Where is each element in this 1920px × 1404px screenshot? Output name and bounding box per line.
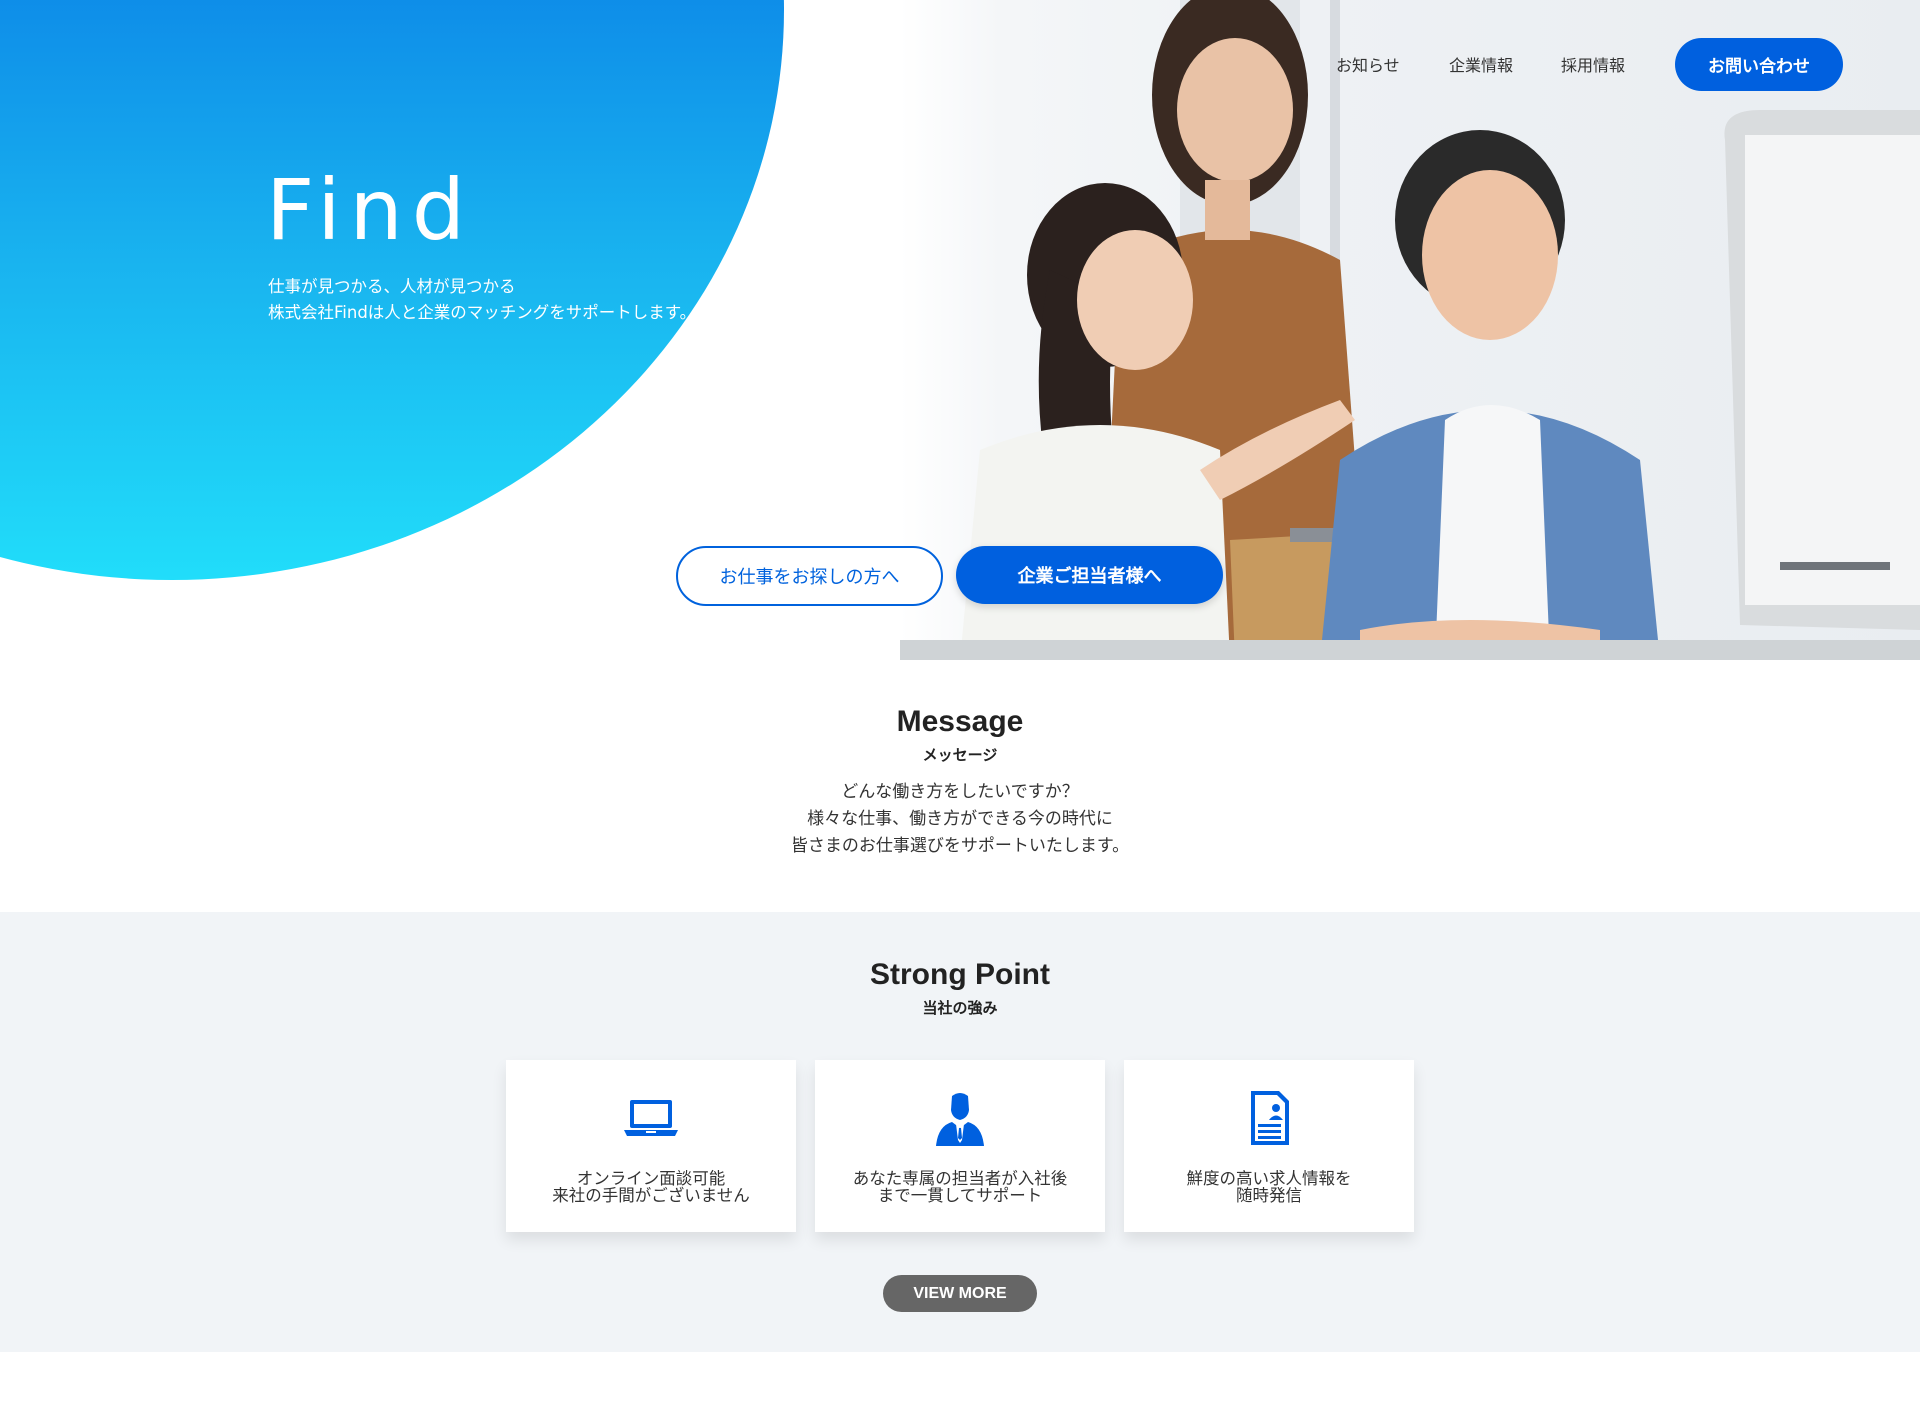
jobseeker-cta-button[interactable]: お仕事をお探しの方へ: [676, 546, 943, 606]
message-line: どんな働き方をしたいですか？: [841, 782, 1079, 802]
card-text-line1: 鮮度の高い求人情報を: [1186, 1169, 1352, 1188]
card-text-line2: 随時発信: [1236, 1186, 1302, 1205]
strong-point-card: 鮮度の高い求人情報を 随時発信: [1124, 1060, 1414, 1232]
message-body: どんな働き方をしたいですか？ 様々な仕事、働き方ができる今の時代に 皆さまのお仕…: [0, 779, 1920, 860]
message-line: 様々な仕事、働き方ができる今の時代に: [807, 809, 1113, 829]
laptop-icon: [624, 1100, 678, 1136]
message-title: Message: [896, 705, 1024, 738]
hero-section: Find 仕事が見つかる、人材が見つかる 株式会社Findは人と企業のマッチング…: [0, 0, 1920, 660]
card-text: あなた専属の担当者が入社後 まで一貫してサポート: [815, 1170, 1105, 1204]
message-subtitle: メッセージ: [922, 746, 998, 764]
card-text: オンライン面談可能 来社の手間がございません: [506, 1170, 796, 1204]
message-line: 皆さまのお仕事選びをサポートいたします。: [790, 836, 1130, 856]
contact-button[interactable]: お問い合わせ: [1675, 38, 1843, 91]
card-text-line1: あなた専属の担当者が入社後: [852, 1169, 1068, 1188]
strong-point-card: オンライン面談可能 来社の手間がございません: [506, 1060, 796, 1232]
card-text-line2: 来社の手間がございません: [552, 1186, 750, 1205]
nav-item-recruit[interactable]: 採用情報: [1561, 52, 1625, 76]
hero-logo-title: Find: [266, 161, 475, 259]
card-text: 鮮度の高い求人情報を 随時発信: [1124, 1170, 1414, 1204]
nav-item-company[interactable]: 企業情報: [1449, 52, 1513, 76]
strong-point-card: あなた専属の担当者が入社後 まで一貫してサポート: [815, 1060, 1105, 1232]
resume-document-icon: [1251, 1091, 1289, 1145]
strong-point-subtitle: 当社の強み: [922, 999, 998, 1017]
card-text-line1: オンライン面談可能: [576, 1169, 726, 1188]
businessman-icon: [936, 1093, 984, 1146]
view-more-button[interactable]: VIEW MORE: [883, 1275, 1037, 1312]
global-nav: お知らせ 企業情報 採用情報 お問い合わせ: [920, 0, 1920, 124]
hero-subtitle-line2: 株式会社Findは人と企業のマッチングをサポートします。: [268, 303, 697, 322]
card-text-line2: まで一貫してサポート: [877, 1186, 1043, 1205]
hero-subtitle: 仕事が見つかる、人材が見つかる 株式会社Findは人と企業のマッチングをサポート…: [268, 274, 696, 326]
strong-point-title: Strong Point: [870, 958, 1050, 991]
hero-subtitle-line1: 仕事が見つかる、人材が見つかる: [268, 277, 516, 296]
nav-item-news[interactable]: お知らせ: [1336, 52, 1400, 76]
company-cta-button[interactable]: 企業ご担当者様へ: [956, 546, 1223, 604]
